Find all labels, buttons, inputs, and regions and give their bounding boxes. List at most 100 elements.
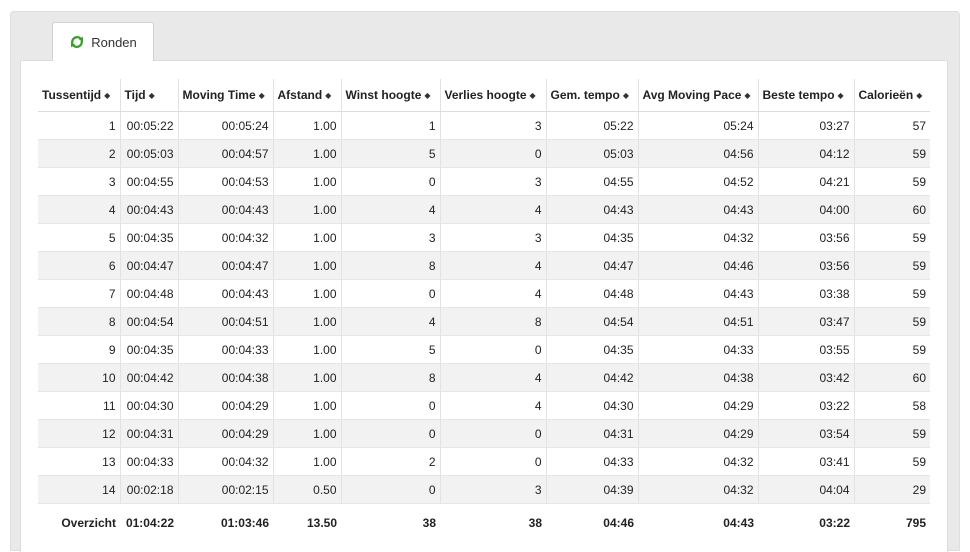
table-cell: 00:04:30	[120, 391, 179, 420]
table-row: 12 00:04:31 00:04:29 1.00 0 0 04:31 04:29 03:54 5…	[38, 419, 930, 448]
table-cell: 8	[440, 307, 547, 336]
column-header[interactable]: Verlies hoogte ◆	[440, 79, 547, 112]
column-header[interactable]: Calorieën ◆	[854, 79, 930, 112]
column-header[interactable]: Moving Time ◆	[178, 79, 274, 112]
column-header-label: Calorieën	[858, 88, 914, 102]
table-cell: 12	[38, 419, 121, 448]
column-header[interactable]: Winst hoogte ◆	[341, 79, 441, 112]
table-cell: 04:46	[638, 251, 759, 280]
table-cell: 04:35	[546, 335, 639, 364]
sort-icon[interactable]: ◆	[424, 91, 430, 100]
column-header[interactable]: Gem. tempo ◆	[546, 79, 639, 112]
table-cell: 1.00	[273, 419, 342, 448]
table-cell: 00:04:54	[120, 307, 179, 336]
table-cell: 13	[38, 447, 121, 476]
table-cell: 00:04:53	[178, 167, 274, 196]
table-cell: 59	[854, 251, 930, 280]
table-cell: 00:04:33	[178, 335, 274, 364]
table-cell: 04:35	[546, 223, 639, 252]
tab-ronden[interactable]: Ronden	[52, 22, 154, 61]
table-cell: 03:42	[758, 363, 855, 392]
table-cell: 0	[440, 335, 547, 364]
table-row: 13 00:04:33 00:04:32 1.00 2 0 04:33 04:32 03:41 5…	[38, 447, 930, 476]
table-row: 3 00:04:55 00:04:53 1.00 0 3 04:55 04:52 04:21 59	[38, 167, 930, 196]
table-cell: 04:54	[546, 307, 639, 336]
table-cell: 00:04:43	[178, 195, 274, 224]
summary-cell: 38	[528, 516, 542, 530]
sort-icon[interactable]: ◆	[916, 91, 922, 100]
table-cell: 04:55	[546, 167, 639, 196]
table-cell: 29	[854, 475, 930, 504]
table-cell: 1.00	[273, 139, 342, 168]
table-cell: 0	[341, 475, 441, 504]
column-header[interactable]: Afstand ◆	[273, 79, 342, 112]
table-cell: 04:47	[546, 251, 639, 280]
table-cell: 59	[854, 419, 930, 448]
table-cell: 1.00	[273, 251, 342, 280]
table-cell: 05:24	[638, 111, 759, 140]
tab-label: Ronden	[91, 34, 137, 50]
sort-icon[interactable]: ◆	[744, 91, 750, 100]
table-cell: 0	[440, 447, 547, 476]
column-header[interactable]: Beste tempo ◆	[758, 79, 855, 112]
table-cell: 03:41	[758, 447, 855, 476]
sort-icon[interactable]: ◆	[104, 91, 110, 100]
table-cell: 00:04:55	[120, 167, 179, 196]
summary-cell: 795	[905, 516, 926, 530]
sort-icon[interactable]: ◆	[325, 91, 331, 100]
table-cell: 59	[854, 139, 930, 168]
table-cell: 1.00	[273, 335, 342, 364]
table-row: 1 00:05:22 00:05:24 1.00 1 3 05:22 05:24 03:27 57	[38, 111, 930, 140]
table-cell: 2	[341, 447, 441, 476]
table-header-row: Tussentijd ◆ Tijd ◆ Moving Time ◆ Afstand ◆ Wins…	[38, 79, 930, 112]
table-cell: 5	[38, 223, 121, 252]
column-header-label: Gem. tempo	[550, 88, 620, 102]
table-cell: 00:04:47	[178, 251, 274, 280]
table-cell: 59	[854, 223, 930, 252]
table-cell: 05:03	[546, 139, 639, 168]
table-cell: 04:42	[546, 363, 639, 392]
column-header[interactable]: Tijd ◆	[120, 79, 179, 112]
table-cell: 1	[341, 111, 441, 140]
table-cell: 04:52	[638, 167, 759, 196]
sort-icon[interactable]: ◆	[149, 91, 155, 100]
table-cell: 04:43	[638, 279, 759, 308]
table-cell: 1.00	[273, 307, 342, 336]
table-cell: 03:47	[758, 307, 855, 336]
table-cell: 0	[341, 279, 441, 308]
table-cell: 1.00	[273, 447, 342, 476]
table-cell: 03:56	[758, 251, 855, 280]
table-cell: 7	[38, 279, 121, 308]
table-cell: 8	[38, 307, 121, 336]
sort-icon[interactable]: ◆	[530, 91, 536, 100]
sort-icon[interactable]: ◆	[623, 91, 629, 100]
summary-cell: 38	[422, 516, 436, 530]
table-cell: 00:05:24	[178, 111, 274, 140]
summary-cell: 04:46	[603, 516, 634, 530]
table-cell: 00:04:38	[178, 363, 274, 392]
table-cell: 1.00	[273, 195, 342, 224]
table-cell: 00:04:57	[178, 139, 274, 168]
table-cell: 59	[854, 335, 930, 364]
table-cell: 00:04:47	[120, 251, 179, 280]
sort-icon[interactable]: ◆	[838, 91, 844, 100]
table-cell: 04:31	[546, 419, 639, 448]
table-cell: 4	[341, 307, 441, 336]
table-cell: 4	[440, 279, 547, 308]
table-cell: 59	[854, 279, 930, 308]
column-header[interactable]: Tussentijd ◆	[38, 79, 121, 112]
table-cell: 00:05:03	[120, 139, 179, 168]
table-cell: 0	[440, 139, 547, 168]
table-cell: 00:04:35	[120, 335, 179, 364]
sort-icon[interactable]: ◆	[259, 91, 265, 100]
summary-cell: 01:03:46	[220, 516, 269, 530]
table-cell: 04:04	[758, 475, 855, 504]
column-header-label: Beste tempo	[762, 88, 835, 102]
table-cell: 04:32	[638, 223, 759, 252]
table-cell: 3	[440, 223, 547, 252]
table-cell: 00:04:48	[120, 279, 179, 308]
table-cell: 04:56	[638, 139, 759, 168]
table-row: 4 00:04:43 00:04:43 1.00 4 4 04:43 04:43 04:00 60	[38, 195, 930, 224]
table-cell: 04:48	[546, 279, 639, 308]
column-header[interactable]: Avg Moving Pace ◆	[638, 79, 759, 112]
